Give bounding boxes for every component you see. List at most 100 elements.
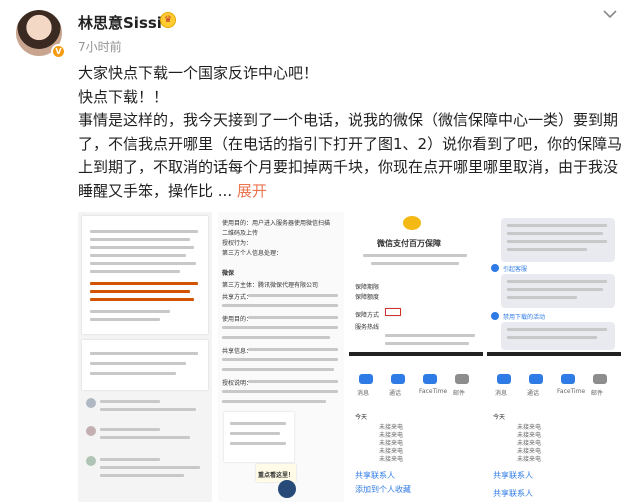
text-line (507, 296, 577, 299)
ellipsis: ... (213, 181, 237, 200)
commenter-avatar (86, 398, 96, 408)
section-label: 今天 (355, 414, 368, 421)
text-line (507, 336, 597, 339)
text-line (90, 254, 186, 257)
call-label: FaceTime (557, 388, 586, 395)
text-line (222, 326, 338, 329)
text-line (90, 262, 196, 265)
call-entry: 未接来电 (379, 456, 404, 463)
contact-link: 共享联系人 (355, 471, 395, 480)
step-dot (491, 312, 499, 320)
text-line (385, 334, 475, 337)
phone-icon (529, 374, 543, 384)
text-line (507, 232, 603, 235)
text-line (90, 230, 198, 233)
document-sheet (82, 216, 208, 334)
text-line (90, 238, 190, 241)
row-label: 服务热线 (355, 324, 380, 331)
facetime-icon (423, 374, 437, 384)
crown-icon[interactable]: ♛ (160, 12, 176, 28)
post-image-1[interactable] (78, 212, 212, 502)
highlight-line (90, 298, 194, 301)
text-line (90, 270, 180, 273)
paragraph-text: 事情是这样的，我今天接到了一个电话，说我的微保（微信保障中心一类）要到期了，不信… (78, 111, 623, 200)
row-label: 保障额度 (355, 294, 380, 301)
call-label: 邮件 (453, 390, 466, 397)
step-dot (491, 264, 499, 272)
highlight-line (90, 290, 190, 293)
text-line (371, 262, 459, 265)
chevron-down-icon[interactable] (602, 8, 618, 20)
text-line (90, 352, 198, 355)
text-line (507, 240, 607, 243)
mail-icon (593, 374, 607, 384)
text-line (100, 436, 190, 439)
text-line (90, 318, 160, 321)
text-line (230, 432, 280, 435)
text-line (507, 280, 607, 283)
text-line (90, 362, 186, 365)
text-line (385, 342, 469, 345)
text-line (100, 400, 160, 403)
text-line (222, 390, 338, 393)
call-label: 通话 (389, 390, 402, 397)
insurance-title: 微信支付百万保障 (377, 239, 441, 248)
term-line: 第三方主体：腾讯微保代理有限公司 (222, 282, 319, 289)
post-image-2[interactable]: 使用目的：用户进入服务器使用微信扫描 二维码及上传 授权行为： 第三方个人信息处… (218, 212, 344, 502)
cartoon-figure (278, 480, 296, 498)
term-line: 授权行为： (222, 240, 253, 247)
text-line (90, 372, 176, 375)
paragraph: 快点下载！！ (78, 87, 169, 106)
text-line (100, 428, 160, 431)
text-line (248, 348, 338, 351)
text-line (100, 408, 196, 411)
mail-icon (455, 374, 469, 384)
call-label: FaceTime (419, 388, 448, 395)
sticker-text: 重点看这里！ (258, 472, 295, 479)
text-line (100, 458, 160, 461)
term-line: 二维码及上传 (222, 230, 259, 237)
term-heading: 微保 (222, 270, 235, 277)
post-image-3[interactable]: 微信支付百万保障 保障期限 保障额度 保障方式 服务热线 消息 通话 FaceT… (349, 212, 483, 502)
facetime-icon (561, 374, 575, 384)
text-line (507, 224, 607, 227)
paragraph: 事情是这样的，我今天接到了一个电话，说我的微保（微信保障中心一类）要到期了，不信… (78, 109, 623, 203)
paragraph: 大家快点下载一个国家反诈中心吧！ (78, 64, 319, 82)
username[interactable]: 林思意Sissi (78, 12, 162, 33)
call-label: 消息 (495, 390, 508, 397)
post-time[interactable]: 7小时前 (78, 38, 122, 55)
call-entry: 未接来电 (517, 456, 542, 463)
contact-link: 共享联系人 (493, 471, 533, 480)
text-line (222, 400, 326, 403)
text-line (507, 248, 587, 251)
step-label: 引起客服 (503, 266, 528, 273)
umbrella-icon (403, 216, 421, 230)
term-line: 使用目的：用户进入服务器使用微信扫描 (222, 220, 331, 227)
row-label: 保障期限 (355, 284, 380, 291)
text-line (230, 422, 286, 425)
text-line (100, 466, 200, 469)
text-line (222, 336, 330, 339)
inset-screenshot (224, 412, 294, 462)
call-label: 消息 (357, 390, 370, 397)
text-line (363, 254, 467, 257)
expand-link[interactable]: 展开 (237, 182, 267, 200)
step-label: 禁用下载的活动 (503, 314, 546, 321)
phone-icon (391, 374, 405, 384)
contact-link: 共享联系人 (493, 489, 533, 498)
divider (487, 352, 621, 356)
highlight-line (90, 282, 198, 285)
text-line (100, 474, 184, 477)
text-line (248, 316, 338, 319)
text-line (222, 368, 334, 371)
message-icon (359, 374, 373, 384)
divider (349, 352, 483, 356)
post-body: 大家快点下载一个国家反诈中心吧！ 快点下载！！ 事情是这样的，我今天接到了一个电… (78, 62, 623, 203)
post-header: V 林思意Sissi ♛ 7小时前 (0, 0, 639, 60)
highlight-box (385, 308, 401, 316)
text-line (248, 294, 338, 297)
post-image-4[interactable]: 引起客服 禁用下载的活动 消息 通话 FaceTime 邮件 今天 未接来电 未… (487, 212, 621, 502)
comment-card (82, 340, 208, 390)
message-icon (497, 374, 511, 384)
section-label: 今天 (493, 414, 506, 421)
